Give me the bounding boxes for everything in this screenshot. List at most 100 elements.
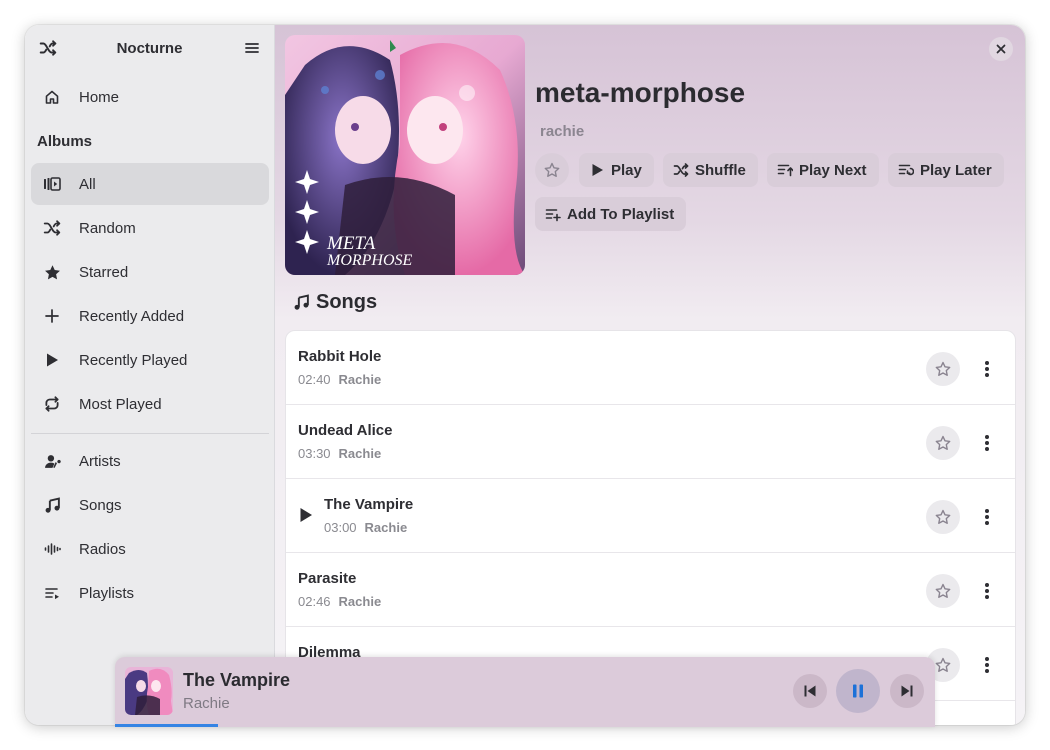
add-to-playlist-button-label: Add To Playlist (567, 205, 675, 223)
sidebar-item-artists[interactable]: Artists (31, 440, 269, 482)
star-song-button[interactable] (926, 426, 960, 460)
play-later-button[interactable]: Play Later (888, 153, 1004, 187)
songs-heading-label: Songs (316, 291, 378, 313)
song-menu-button[interactable] (976, 654, 998, 676)
song-menu-button[interactable] (976, 580, 998, 602)
play-pause-button[interactable] (836, 669, 880, 713)
song-artist: Rachie (338, 446, 382, 461)
hamburger-menu-icon (245, 43, 259, 53)
star-icon (43, 263, 61, 281)
sidebar-item-starred[interactable]: Starred (31, 251, 269, 293)
cover-text-line2: MORPHOSE (326, 252, 413, 269)
music-note-icon (43, 496, 61, 514)
song-menu-button[interactable] (976, 506, 998, 528)
song-menu-button[interactable] (976, 432, 998, 454)
sidebar-item-label: Recently Played (79, 351, 188, 369)
now-playing-title: The Vampire (183, 670, 291, 690)
sidebar-item-label: Home (79, 88, 120, 106)
sidebar-item-home[interactable]: Home (31, 76, 269, 118)
now-playing-artist[interactable]: Rachie (183, 695, 230, 712)
song-menu-button[interactable] (976, 358, 998, 380)
song-duration: 03:00 (324, 520, 357, 535)
shuffle-button-label: Shuffle (695, 161, 746, 179)
sidebar-header: Nocturne (25, 25, 274, 71)
play-later-button-label: Play Later (920, 161, 992, 179)
shuffle-icon (673, 162, 689, 178)
sidebar-item-label: Artists (79, 452, 121, 470)
sidebar-item-label: Songs (79, 496, 122, 514)
close-button[interactable] (989, 37, 1013, 61)
star-song-button[interactable] (926, 500, 960, 534)
song-artist: Rachie (338, 372, 382, 387)
albums-section-label: Albums (37, 133, 93, 150)
star-album-button[interactable] (535, 153, 569, 187)
sidebar-item-songs[interactable]: Songs (31, 484, 269, 526)
plus-icon (43, 307, 61, 325)
app-window: Nocturne Home Albums All Random Starred … (25, 25, 1025, 725)
star-outline-icon (935, 435, 951, 450)
play-icon (589, 162, 605, 178)
song-duration: 02:46 (298, 594, 331, 609)
play-later-icon (898, 162, 914, 178)
previous-button[interactable] (793, 674, 827, 708)
now-playing-cover[interactable] (125, 667, 173, 715)
skip-next-icon (901, 685, 913, 697)
next-button[interactable] (890, 674, 924, 708)
app-title: Nocturne (116, 40, 183, 57)
add-to-playlist-button[interactable]: Add To Playlist (535, 197, 687, 231)
play-button[interactable]: Play (579, 153, 654, 187)
repeat-icon (43, 395, 61, 413)
song-row[interactable]: Rabbit Hole 02:40 Rachie (286, 331, 1015, 405)
home-icon (43, 88, 61, 106)
now-playing-cover-art (125, 667, 173, 715)
play-icon (43, 351, 61, 369)
star-outline-icon (935, 509, 951, 524)
music-note-icon (293, 294, 311, 312)
more-vertical-icon (985, 361, 989, 377)
radio-wave-icon (43, 540, 61, 558)
sidebar-item-label: Recently Added (79, 307, 185, 325)
library-icon (43, 175, 61, 193)
star-song-button[interactable] (926, 574, 960, 608)
sidebar-item-recently-added[interactable]: Recently Added (31, 295, 269, 337)
song-meta: 02:46 Rachie (298, 594, 381, 609)
play-next-button[interactable]: Play Next (767, 153, 879, 187)
song-title: Rabbit Hole (298, 348, 382, 365)
more-vertical-icon (985, 583, 989, 599)
sidebar-item-label: Playlists (79, 584, 135, 602)
sidebar-item-radios[interactable]: Radios (31, 528, 269, 570)
more-vertical-icon (985, 657, 989, 673)
star-outline-icon (935, 361, 951, 376)
song-duration: 03:30 (298, 446, 331, 461)
cover-text-line1: META (326, 233, 376, 254)
main-menu-button[interactable] (239, 35, 265, 61)
sidebar-item-recently-played[interactable]: Recently Played (31, 339, 269, 381)
sidebar-divider (31, 433, 269, 434)
sidebar-item-random[interactable]: Random (31, 207, 269, 249)
artist-icon (43, 452, 61, 470)
song-meta: 03:00 Rachie (324, 520, 407, 535)
sidebar-item-playlists[interactable]: Playlists (31, 572, 269, 614)
playlist-add-icon (545, 206, 561, 222)
song-row[interactable]: Undead Alice 03:30 Rachie (286, 405, 1015, 479)
play-next-icon (777, 162, 793, 178)
sidebar-item-most-played[interactable]: Most Played (31, 383, 269, 425)
song-row[interactable]: Parasite 02:46 Rachie (286, 553, 1015, 627)
album-artist-link[interactable]: rachie (540, 123, 584, 140)
song-duration: 02:40 (298, 372, 331, 387)
playback-progress-bar[interactable] (115, 724, 935, 727)
album-cover: META MORPHOSE (285, 35, 525, 275)
song-row-playing[interactable]: The Vampire 03:00 Rachie (286, 479, 1015, 553)
shuffle-icon (43, 219, 61, 237)
star-song-button[interactable] (926, 352, 960, 386)
shuffle-button[interactable]: Shuffle (663, 153, 758, 187)
sidebar-item-all[interactable]: All (31, 163, 269, 205)
album-cover-art: META MORPHOSE (285, 35, 525, 275)
sidebar-item-label: Most Played (79, 395, 162, 413)
player-bar[interactable]: The Vampire Rachie (115, 657, 935, 727)
album-view: META MORPHOSE meta-morphose rachie Play … (275, 25, 1025, 725)
songs-heading: Songs (293, 291, 377, 314)
song-title: Undead Alice (298, 422, 393, 439)
sidebar-item-label: Radios (79, 540, 126, 558)
song-title: The Vampire (324, 496, 414, 513)
